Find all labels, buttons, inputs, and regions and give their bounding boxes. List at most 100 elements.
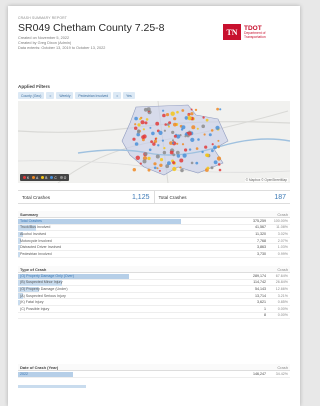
crash-point[interactable] <box>134 126 138 130</box>
crash-point[interactable] <box>144 152 148 156</box>
crash-point[interactable] <box>194 108 198 112</box>
crash-point[interactable] <box>149 126 152 129</box>
crash-point[interactable] <box>172 166 177 172</box>
crash-point[interactable] <box>213 160 218 165</box>
crash-point[interactable] <box>176 154 181 158</box>
crash-point[interactable] <box>190 161 194 165</box>
crash-point[interactable] <box>163 147 166 150</box>
crash-point[interactable] <box>155 121 160 126</box>
crash-point[interactable] <box>219 108 222 111</box>
crash-point[interactable] <box>175 150 180 155</box>
crash-point[interactable] <box>158 169 161 172</box>
crash-point[interactable] <box>176 142 179 145</box>
table-row[interactable]: Pedestrian Involved 3,730 0.99% <box>18 251 290 258</box>
crash-point[interactable] <box>184 135 187 138</box>
crash-point[interactable] <box>159 163 163 167</box>
filter-chip[interactable]: Pedestrian Involved <box>75 92 112 99</box>
table-row[interactable]: (O) Property Damage Only (Over) 289,174 67… <box>18 273 290 280</box>
crash-point[interactable] <box>147 156 151 161</box>
crash-point[interactable] <box>132 137 136 141</box>
crash-point[interactable] <box>150 140 154 144</box>
crash-point[interactable] <box>176 110 179 114</box>
crash-point[interactable] <box>201 124 205 129</box>
table-row[interactable]: (K) Fatal Injury 3,621 0.85% <box>18 299 290 306</box>
table-row[interactable]: (C) Possible Injury 1 0.00% <box>18 306 290 313</box>
crash-point[interactable] <box>141 135 145 139</box>
crash-point[interactable] <box>153 166 157 170</box>
crash-point[interactable] <box>151 131 155 136</box>
crash-point[interactable] <box>140 120 145 125</box>
crash-point[interactable] <box>156 167 159 170</box>
table-row[interactable]: Alcohol Involved 11,320 3.02% <box>18 231 290 238</box>
filter-chip[interactable]: County (Geo) <box>18 92 45 99</box>
crash-point[interactable] <box>155 154 160 159</box>
table-row[interactable]: Motorcycle Involved 7,768 2.07% <box>18 238 290 245</box>
crash-point[interactable] <box>181 143 185 146</box>
crash-point[interactable] <box>205 153 210 158</box>
crash-point[interactable] <box>195 147 199 150</box>
crash-point[interactable] <box>162 113 166 118</box>
crash-point[interactable] <box>148 148 152 152</box>
crash-point[interactable] <box>135 155 140 160</box>
crash-point[interactable] <box>187 116 192 121</box>
crash-point[interactable] <box>144 121 148 125</box>
crash-point[interactable] <box>216 156 222 161</box>
crash-point[interactable] <box>164 123 167 126</box>
crash-point[interactable] <box>159 158 164 162</box>
crash-point[interactable] <box>158 130 163 135</box>
table-row[interactable]: Distracted Driver Involved 3,863 1.03% <box>18 244 290 251</box>
crash-point[interactable] <box>171 130 175 134</box>
filter-chip[interactable]: = <box>113 92 122 99</box>
crash-point[interactable] <box>201 150 204 154</box>
crash-point[interactable] <box>217 139 220 142</box>
crash-point[interactable] <box>169 150 174 155</box>
crash-point[interactable] <box>153 162 157 166</box>
crash-point[interactable] <box>166 123 170 126</box>
crash-point[interactable] <box>143 107 148 112</box>
crash-point[interactable] <box>134 123 137 126</box>
crash-point[interactable] <box>132 168 136 172</box>
crash-point[interactable] <box>142 128 145 131</box>
crash-point[interactable] <box>167 161 171 166</box>
crash-point[interactable] <box>165 113 170 117</box>
crash-point[interactable] <box>147 168 151 172</box>
crash-point[interactable] <box>213 145 217 150</box>
crash-point[interactable] <box>181 125 186 130</box>
crash-point[interactable] <box>134 116 138 121</box>
crash-point[interactable] <box>154 137 157 140</box>
crash-point[interactable] <box>181 109 185 112</box>
crash-point[interactable] <box>172 142 174 145</box>
crash-point[interactable] <box>210 129 214 132</box>
crash-point[interactable] <box>162 109 165 112</box>
crash-point[interactable] <box>173 122 177 127</box>
crash-point[interactable] <box>190 112 194 116</box>
table-row[interactable]: 8 0.00% <box>18 313 290 320</box>
crash-point[interactable] <box>139 117 142 121</box>
crash-map[interactable]: K A B C O © Mapbox © OpenStreetMap <box>18 101 290 183</box>
crash-point[interactable] <box>184 148 188 152</box>
crash-point[interactable] <box>157 144 160 147</box>
crash-point[interactable] <box>168 125 170 128</box>
crash-point[interactable] <box>203 133 206 136</box>
filter-chip[interactable]: = <box>46 92 55 99</box>
crash-point[interactable] <box>196 127 199 130</box>
crash-point[interactable] <box>216 107 220 111</box>
crash-point[interactable] <box>217 163 221 166</box>
crash-point[interactable] <box>182 153 187 158</box>
crash-point[interactable] <box>170 111 175 116</box>
crash-point[interactable] <box>163 129 166 132</box>
crash-point[interactable] <box>206 166 210 170</box>
table-row[interactable]: (B) Suspected Minor Injury 114,742 26.84% <box>18 280 290 287</box>
crash-point[interactable] <box>191 125 196 130</box>
filter-chip[interactable]: Yes <box>123 92 135 99</box>
crash-point[interactable] <box>172 161 176 165</box>
crash-point[interactable] <box>211 149 214 153</box>
crash-point[interactable] <box>190 137 195 142</box>
crash-point[interactable] <box>171 139 175 142</box>
filter-chip[interactable]: Weekly <box>56 92 74 99</box>
crash-point[interactable] <box>188 148 192 151</box>
table-row[interactable]: Total Crashes 375,259 100.00% <box>18 218 290 225</box>
crash-point[interactable] <box>139 162 142 165</box>
crash-point[interactable] <box>162 150 167 155</box>
crash-point[interactable] <box>161 139 164 142</box>
